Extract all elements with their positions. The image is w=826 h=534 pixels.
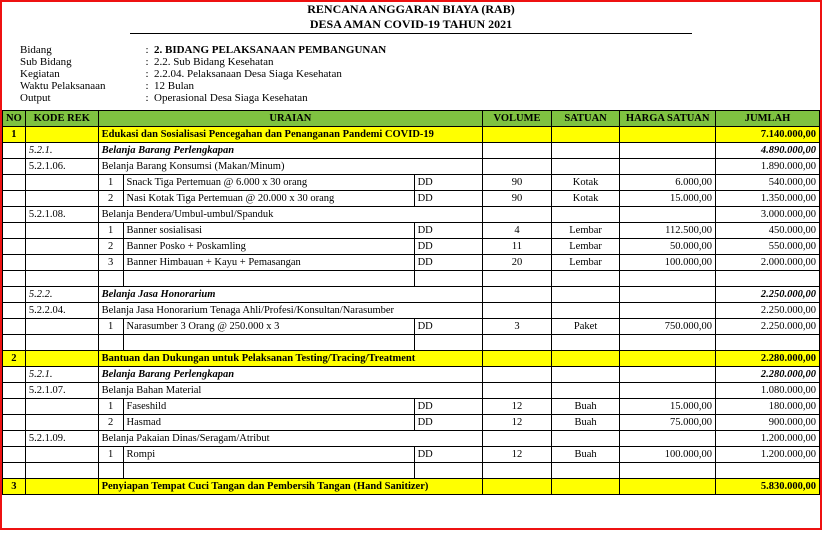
title-line-1: RENCANA ANGGARAN BIAYA (RAB) — [2, 2, 820, 17]
meta-subbidang-value: 2.2. Sub Bidang Kesehatan — [154, 56, 820, 68]
table-row: 1Snack Tiga Pertemuan @ 6.000 x 30 orang… — [3, 175, 820, 191]
table-row: 1Narasumber 3 Orang @ 250.000 x 3DD3Pake… — [3, 319, 820, 335]
table-row: 1Banner sosialisasiDD4Lembar112.500,0045… — [3, 223, 820, 239]
meta-kegiatan-value: 2.2.04. Pelaksanaan Desa Siaga Kesehatan — [154, 68, 820, 80]
table-row: 3Penyiapan Tempat Cuci Tangan dan Pember… — [3, 479, 820, 495]
table-row: 5.2.1.06.Belanja Barang Konsumsi (Makan/… — [3, 159, 820, 175]
meta-bidang-value: 2. BIDANG PELAKSANAAN PEMBANGUNAN — [154, 44, 820, 56]
meta-waktu-label: Waktu Pelaksanaan — [20, 80, 140, 92]
table-row — [3, 271, 820, 287]
meta-block: Bidang : 2. BIDANG PELAKSANAAN PEMBANGUN… — [20, 44, 820, 104]
th-uraian: URAIAN — [98, 111, 483, 127]
budget-table: NO KODE REK URAIAN VOLUME SATUAN HARGA S… — [2, 110, 820, 495]
th-harga: HARGA SATUAN — [620, 111, 716, 127]
table-row: 5.2.1.07.Belanja Bahan Material1.080.000… — [3, 383, 820, 399]
table-row: 2Bantuan dan Dukungan untuk Pelaksanan T… — [3, 351, 820, 367]
th-jumlah: JUMLAH — [716, 111, 820, 127]
document-frame: RENCANA ANGGARAN BIAYA (RAB) DESA AMAN C… — [0, 0, 822, 530]
meta-output-label: Output — [20, 92, 140, 104]
meta-subbidang-label: Sub Bidang — [20, 56, 140, 68]
th-satuan: SATUAN — [551, 111, 620, 127]
table-row: 1FaseshildDD12Buah15.000,00180.000,00 — [3, 399, 820, 415]
table-header-row: NO KODE REK URAIAN VOLUME SATUAN HARGA S… — [3, 111, 820, 127]
meta-kegiatan-label: Kegiatan — [20, 68, 140, 80]
table-row: 5.2.1.Belanja Barang Perlengkapan4.890.0… — [3, 143, 820, 159]
table-row — [3, 335, 820, 351]
th-volume: VOLUME — [483, 111, 552, 127]
title-block: RENCANA ANGGARAN BIAYA (RAB) DESA AMAN C… — [2, 2, 820, 34]
table-row: 5.2.1.08.Belanja Bendera/Umbul-umbul/Spa… — [3, 207, 820, 223]
meta-waktu-value: 12 Bulan — [154, 80, 820, 92]
table-row: 2Banner Posko + PoskamlingDD11Lembar50.0… — [3, 239, 820, 255]
th-no: NO — [3, 111, 26, 127]
table-row: 5.2.1.09.Belanja Pakaian Dinas/Seragam/A… — [3, 431, 820, 447]
table-row — [3, 463, 820, 479]
meta-bidang-label: Bidang — [20, 44, 140, 56]
table-row: 5.2.1.Belanja Barang Perlengkapan2.280.0… — [3, 367, 820, 383]
table-row: 5.2.2.04.Belanja Jasa Honorarium Tenaga … — [3, 303, 820, 319]
table-row: 1Edukasi dan Sosialisasi Pencegahan dan … — [3, 127, 820, 143]
meta-output-value: Operasional Desa Siaga Kesehatan — [154, 92, 820, 104]
table-row: 5.2.2.Belanja Jasa Honorarium2.250.000,0… — [3, 287, 820, 303]
table-row: 3Banner Himbauan + Kayu + PemasanganDD20… — [3, 255, 820, 271]
title-line-2: DESA AMAN COVID-19 TAHUN 2021 — [130, 17, 692, 34]
table-row: 1RompiDD12Buah100.000,001.200.000,00 — [3, 447, 820, 463]
table-row: 2HasmadDD12Buah75.000,00900.000,00 — [3, 415, 820, 431]
th-rek: KODE REK — [25, 111, 98, 127]
table-row: 2Nasi Kotak Tiga Pertemuan @ 20.000 x 30… — [3, 191, 820, 207]
